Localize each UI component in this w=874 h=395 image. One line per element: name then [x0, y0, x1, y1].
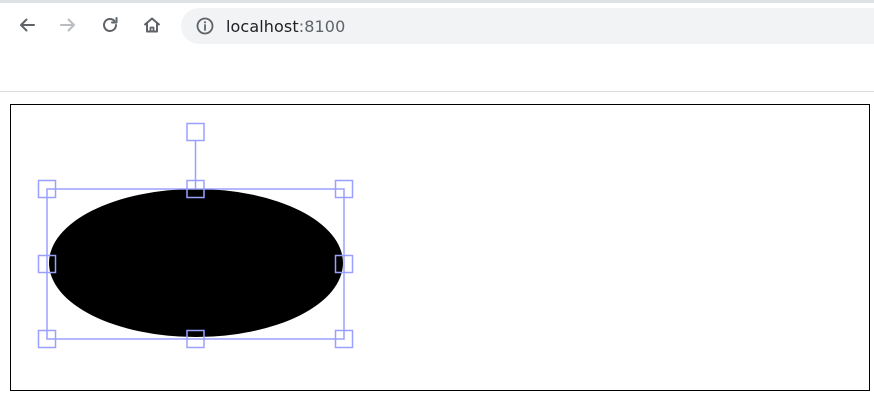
address-port: :8100 — [298, 16, 346, 36]
page-content — [0, 92, 874, 395]
arrow-left-icon — [20, 18, 35, 32]
browser-toolbar: localhost:8100 — [0, 3, 874, 49]
arrow-right-icon — [60, 18, 75, 32]
back-button[interactable] — [11, 9, 43, 41]
reload-icon — [103, 17, 118, 32]
drawing-canvas[interactable] — [10, 104, 870, 391]
address-url[interactable]: localhost:8100 — [226, 17, 345, 36]
info-icon[interactable] — [195, 16, 215, 36]
ellipse-shape[interactable] — [49, 189, 343, 337]
canvas-svg[interactable] — [11, 105, 869, 390]
home-button[interactable] — [136, 9, 168, 41]
resize-handle-rotate[interactable] — [186, 122, 205, 142]
reload-button[interactable] — [94, 9, 126, 41]
toolbar-spacer — [0, 49, 874, 91]
address-host: localhost — [226, 16, 299, 36]
forward-button[interactable] — [52, 9, 84, 41]
address-bar[interactable]: localhost:8100 — [181, 8, 874, 44]
home-icon — [144, 17, 160, 33]
